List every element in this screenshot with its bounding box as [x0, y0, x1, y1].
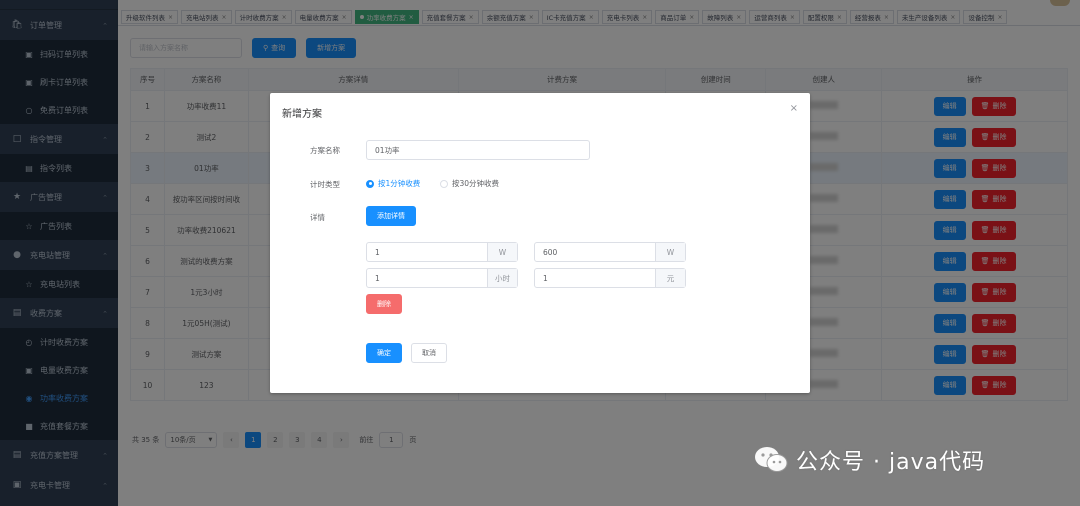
add-plan-dialog: 新增方案 × 方案名称 01功率 计时类型 按1分钟收费 按30分钟收费 详情 …	[270, 93, 810, 393]
confirm-button[interactable]: 确定	[366, 343, 402, 363]
radio-per-minute[interactable]: 按1分钟收费	[366, 178, 420, 189]
radio-per-minute-label: 按1分钟收费	[378, 179, 421, 188]
detail-hours-value: 1	[375, 273, 380, 283]
close-icon[interactable]: ×	[790, 103, 798, 114]
unit-suffix: W	[655, 243, 685, 261]
watermark-text: 公众号 · java代码	[796, 450, 986, 475]
timing-type-label: 计时类型	[310, 180, 340, 189]
radio-checked-icon	[366, 179, 374, 188]
radio-per-30-minutes[interactable]: 按30分钟收费	[440, 178, 499, 189]
unit-suffix: 元	[655, 269, 685, 287]
detail-label: 详情	[310, 213, 325, 222]
dialog-title: 新增方案	[282, 109, 322, 120]
unit-suffix: W	[487, 243, 517, 261]
add-detail-button[interactable]: 添加详情	[366, 206, 416, 226]
plan-name-label: 方案名称	[310, 146, 340, 155]
watermark: 公众号 · java代码	[754, 444, 985, 476]
radio-unchecked-icon	[440, 179, 448, 188]
wechat-icon	[754, 446, 788, 474]
radio-per-30-minutes-label: 按30分钟收费	[452, 179, 500, 188]
remove-detail-button[interactable]: 删除	[366, 294, 402, 314]
detail-min-power-input[interactable]: 1 W	[366, 242, 518, 262]
detail-max-power-input[interactable]: 600 W	[534, 242, 686, 262]
cancel-button[interactable]: 取消	[411, 343, 447, 363]
detail-max-power-value: 600	[543, 247, 558, 257]
unit-suffix: 小时	[487, 269, 517, 287]
detail-hours-input[interactable]: 1 小时	[366, 268, 518, 288]
detail-price-value: 1	[543, 273, 548, 283]
detail-price-input[interactable]: 1 元	[534, 268, 686, 288]
detail-min-power-value: 1	[375, 247, 380, 257]
plan-name-input[interactable]: 01功率	[366, 140, 590, 160]
